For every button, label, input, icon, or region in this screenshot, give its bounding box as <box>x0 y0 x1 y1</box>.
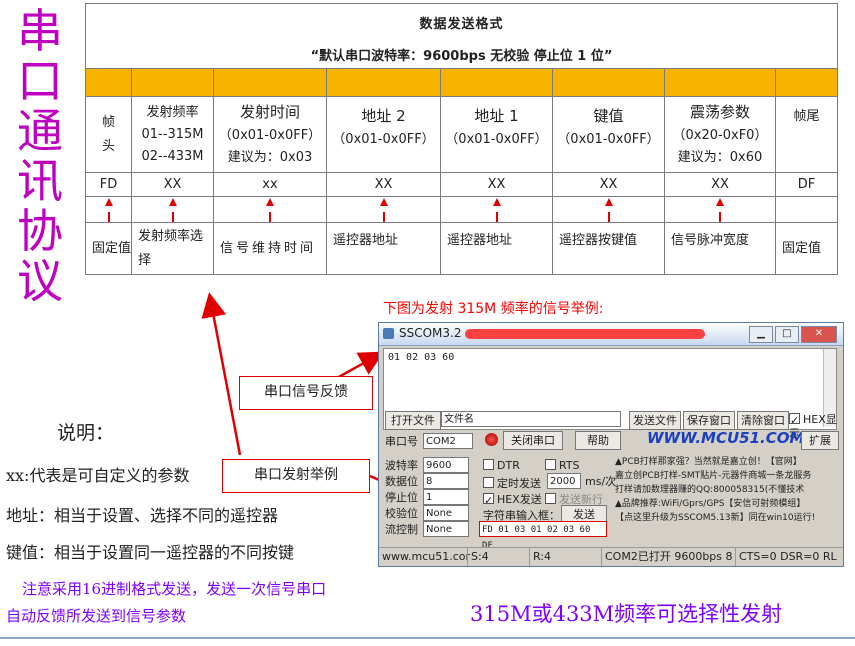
stop-bits-label: 停止位 <box>385 491 418 504</box>
clear-window-button[interactable]: 清除窗口 <box>737 411 789 430</box>
maximize-button[interactable]: □ <box>775 326 799 343</box>
timed-send-checkbox[interactable]: 定时发送 <box>483 477 541 491</box>
save-window-button[interactable]: 保存窗口 <box>683 411 735 430</box>
stop-bits-select[interactable]: 1 <box>423 489 469 505</box>
status-bar: www.mcu51.cor S:4 R:4 COM2已打开 9600bps 8 … <box>379 547 843 566</box>
close-port-button[interactable]: 关闭串口 <box>503 431 563 450</box>
ad-line[interactable]: 【点这里升级为SSCOM5.13新】同在win10运行! <box>615 511 839 525</box>
minimize-button[interactable]: ▁ <box>749 326 773 343</box>
arrow-to-table <box>201 292 242 456</box>
send-file-button[interactable]: 发送文件 <box>629 411 681 430</box>
note-frequency: 315M或433M频率可选择性发射 <box>470 602 783 626</box>
filename-input[interactable]: 文件名 <box>441 411 621 427</box>
note-hex-1: 注意采用16进制格式发送，发送一次信号串口 <box>22 580 327 598</box>
status-received: R:4 <box>529 548 551 566</box>
status-port: COM2已打开 9600bps 8 <box>601 548 733 566</box>
checkbox-icon: ✓ <box>789 413 800 427</box>
data-bits-label: 数据位 <box>385 475 418 488</box>
ad-line[interactable]: 嘉立创PCB打样-SMT贴片-元器件商城一条龙服务 <box>615 469 839 483</box>
dtr-checkbox[interactable]: DTR <box>483 459 520 473</box>
window-title: SSCOM3.2 <box>399 326 462 340</box>
send-input[interactable]: FD 01 03 01 02 03 60 DF <box>479 521 607 551</box>
window-titlebar: SSCOM3.2 ▁ □ ✕ <box>379 323 843 346</box>
note-key: 键值：相当于设置同一遥控器的不同按键 <box>6 543 295 562</box>
app-icon <box>383 328 394 339</box>
baud-label: 波特率 <box>385 459 418 472</box>
interval-unit: ms/次 <box>585 475 617 488</box>
received-data: 01 02 03 60 <box>388 352 455 363</box>
note-hex-2: 自动反馈所发送到信号参数 <box>6 607 187 625</box>
status-site: www.mcu51.cor <box>382 550 471 563</box>
ad-line[interactable]: 打样请加数理器赚的QQ:800058315(不懂技术 <box>615 483 839 497</box>
status-lines: CTS=0 DSR=0 RL <box>735 548 837 566</box>
baud-select[interactable]: 9600 <box>423 457 469 473</box>
note-address: 地址：相当于设置、选择不同的遥控器 <box>6 506 279 525</box>
callout-feedback: 串口信号反馈 <box>239 376 373 410</box>
open-file-button[interactable]: 打开文件 <box>385 411 441 430</box>
parity-label: 校验位 <box>385 507 418 520</box>
note-xx: xx:代表是可自定义的参数 <box>6 466 190 485</box>
rts-checkbox[interactable]: RTS <box>545 459 580 473</box>
callout-send-example: 串口发射举例 <box>222 459 370 493</box>
bottom-divider <box>0 637 855 639</box>
port-select[interactable]: COM2 <box>423 433 473 449</box>
hex-send-checkbox[interactable]: ✓ HEX发送 <box>483 493 542 507</box>
notes-heading: 说明： <box>57 422 115 444</box>
interval-input[interactable]: 2000 <box>547 473 581 489</box>
data-bits-select[interactable]: 8 <box>423 473 469 489</box>
parity-select[interactable]: None <box>423 505 469 521</box>
flow-select[interactable]: None <box>423 521 469 537</box>
port-status-icon <box>485 433 498 446</box>
port-label: 串口号 <box>385 435 418 448</box>
status-sent: S:4 <box>467 548 489 566</box>
redaction-bar <box>465 329 705 339</box>
brand-link[interactable]: WWW.MCU51.COM <box>647 429 804 447</box>
ad-line[interactable]: ▲品牌推荐:WiFi/Gprs/GPS【安信可射频模组】 <box>615 497 839 511</box>
ad-panel: ▲PCB打样那家强？当然就是嘉立创！【官网】 嘉立创PCB打样-SMT贴片-元器… <box>615 455 839 539</box>
expand-button[interactable]: 扩展 <box>801 431 839 450</box>
flow-label: 流控制 <box>385 523 418 536</box>
ad-line[interactable]: ▲PCB打样那家强？当然就是嘉立创！【官网】 <box>615 455 839 469</box>
close-button[interactable]: ✕ <box>801 326 837 343</box>
help-button[interactable]: 帮助 <box>575 431 621 450</box>
sscom-window: SSCOM3.2 ▁ □ ✕ 01 02 03 60 打开文件 文件名 发送文件… <box>378 322 844 567</box>
